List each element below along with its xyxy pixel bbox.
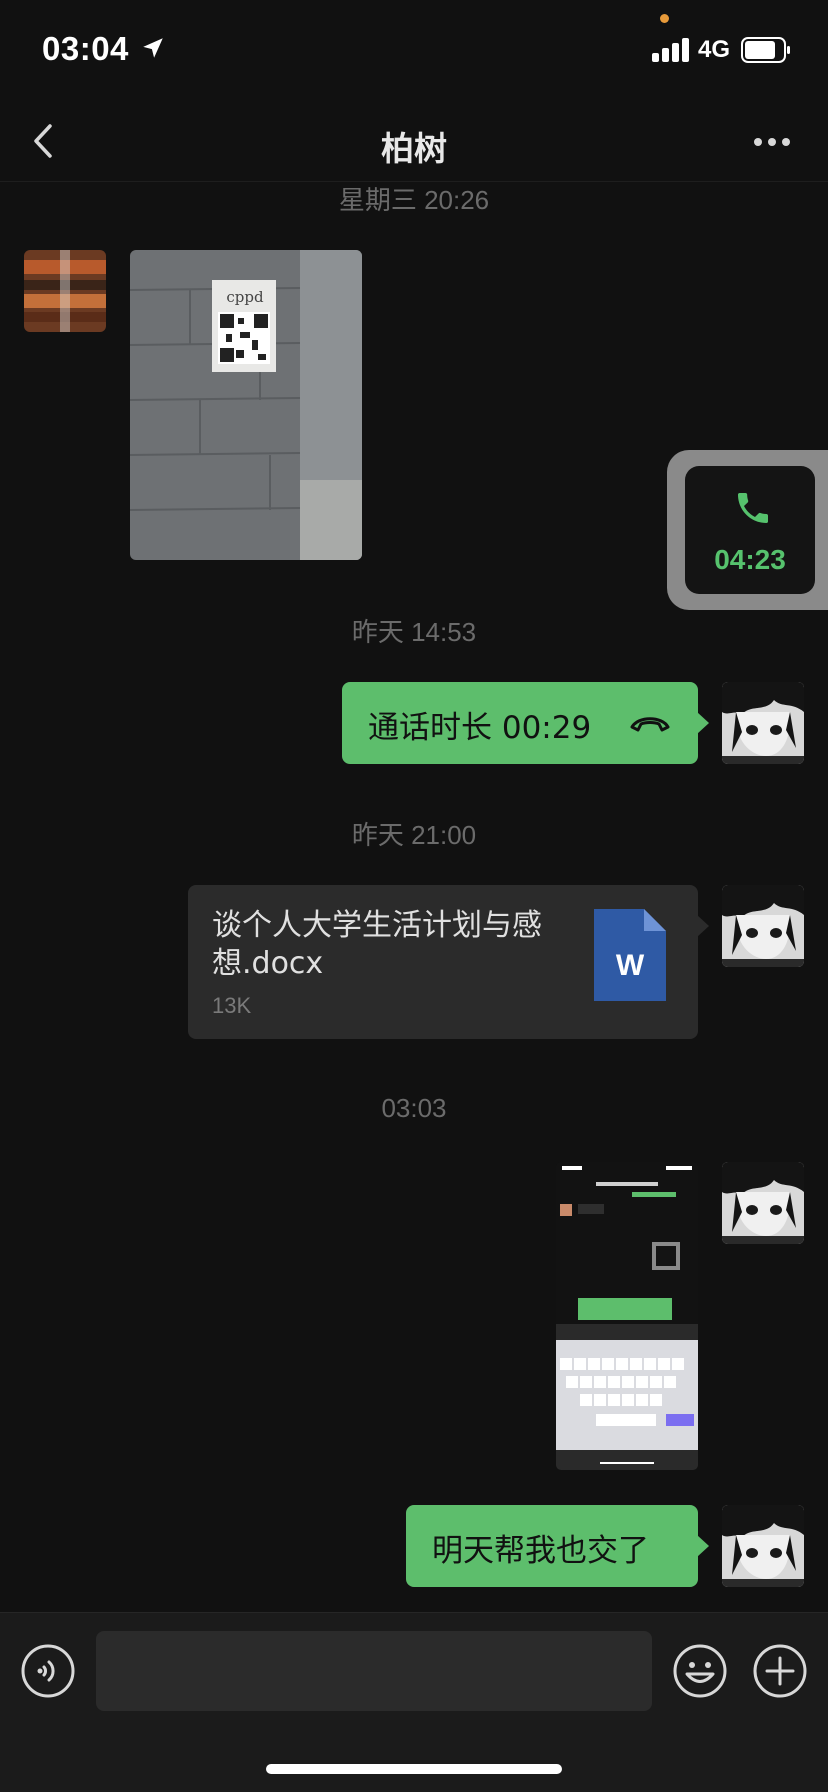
file-message-card[interactable]: 谈个人大学生活计划与感想.docx 13K W	[188, 885, 709, 1039]
image-message[interactable]: cppd	[130, 250, 362, 560]
status-time: 03:04	[42, 30, 129, 67]
status-bar: 03:04 4G	[0, 0, 828, 100]
timestamp: 03:03	[381, 1093, 447, 1123]
word-icon-letter: W	[615, 949, 645, 982]
my-avatar[interactable]	[722, 1505, 804, 1587]
call-timer: 04:23	[714, 544, 786, 575]
contact-avatar[interactable]	[24, 250, 106, 332]
phone-icon	[738, 493, 768, 523]
my-avatar[interactable]	[722, 885, 804, 967]
my-avatar[interactable]	[722, 1162, 804, 1244]
voice-input-icon[interactable]	[20, 1643, 76, 1699]
emoji-icon[interactable]	[672, 1643, 728, 1699]
home-indicator[interactable]	[266, 1764, 562, 1774]
more-options-icon[interactable]	[752, 136, 792, 148]
hangup-phone-icon	[630, 717, 670, 732]
timestamp: 昨天 14:53	[351, 617, 477, 647]
message-text: 明天帮我也交了	[432, 1533, 649, 1569]
floating-call-panel: 04:23	[685, 466, 815, 594]
floating-call-window[interactable]: 04:23	[667, 450, 828, 610]
word-document-icon: W	[594, 909, 666, 1001]
network-type: 4G	[698, 36, 731, 63]
timestamp: 昨天 21:00	[351, 820, 477, 850]
call-duration-text: 通话时长 00:29	[368, 710, 592, 746]
poster-text: cppd	[226, 288, 264, 306]
battery-icon	[741, 37, 790, 63]
chat-header: 柏树	[0, 100, 828, 182]
privacy-indicator	[660, 14, 669, 23]
signal-icon	[652, 38, 692, 62]
chat-title: 柏树	[381, 129, 447, 168]
location-arrow-icon	[143, 38, 163, 58]
timestamp: 星期三 20:26	[338, 185, 490, 215]
file-name: 谈个人大学生活计划与感想.docx	[212, 908, 542, 981]
file-size: 13K	[212, 993, 252, 1018]
call-record-bubble[interactable]: 通话时长 00:29	[342, 682, 709, 764]
screenshot-image-message[interactable]	[556, 1162, 698, 1470]
text-message-bubble[interactable]: 明天帮我也交了	[406, 1505, 709, 1587]
my-avatar[interactable]	[722, 682, 804, 764]
message-input[interactable]	[96, 1631, 652, 1711]
more-actions-plus-icon[interactable]	[752, 1643, 808, 1699]
